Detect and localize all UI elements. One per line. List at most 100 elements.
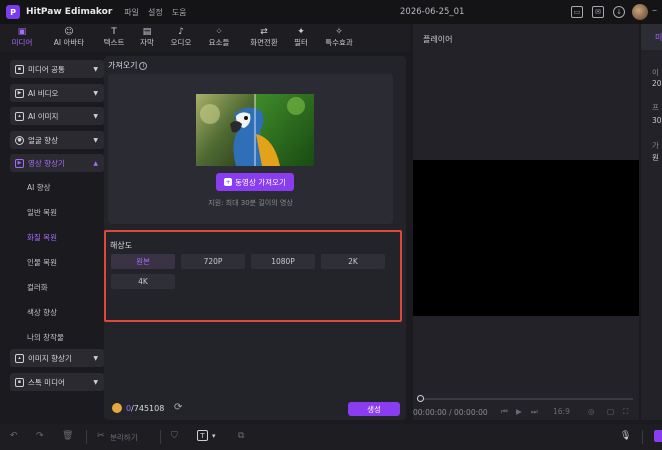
delete-icon[interactable]: 🗑	[62, 431, 73, 441]
chevron-down-icon: ▼	[93, 65, 98, 73]
timeline-toolbar: ↶ ↷ 🗑 ✂ 분리하기 ⛉ ▾ ⧉ 🎙	[0, 424, 662, 450]
sidebar-item-stock-media[interactable]: ▪ 스톡 미디어 ▼	[10, 373, 104, 391]
ai-assist-icon[interactable]	[654, 430, 662, 442]
import-dropzone[interactable]: + 동영상 가져오기 지원: 최대 30분 길이의 영상	[108, 74, 393, 224]
aspect-ratio-select[interactable]: 16:9	[553, 407, 570, 416]
refresh-icon[interactable]: ⟳	[174, 402, 182, 413]
folder-icon: ▪	[15, 64, 24, 74]
property-value: 30	[652, 116, 662, 125]
import-section-title: 가져오기 i	[108, 60, 148, 71]
filter-icon: ✦	[297, 27, 305, 37]
menu-help[interactable]: 도움	[172, 7, 187, 18]
menu-bar: 파일 설정 도움	[124, 7, 195, 18]
snapshot-icon[interactable]: ◎	[588, 407, 595, 416]
undo-icon[interactable]: ↶	[10, 431, 18, 441]
left-sidebar: ▪ 미디어 공통 ▼ ▶ AI 비디오 ▼ ▴ AI 이미지 ▼ ● 얼굴 향상…	[6, 56, 104, 420]
play-icon[interactable]: ▶	[516, 407, 522, 416]
fit-icon[interactable]: ▢	[607, 407, 614, 416]
app-logo: P	[6, 5, 20, 19]
coin-icon	[112, 403, 122, 413]
resolution-4k-button[interactable]: 4K	[111, 274, 175, 289]
sub-item-color-enhance[interactable]: 색상 향상	[27, 307, 57, 318]
generate-bar: 0/745108 ⟳ 생성	[104, 398, 406, 418]
info-icon[interactable]: i	[139, 61, 148, 70]
transition-icon: ⇄	[260, 27, 268, 37]
generate-button[interactable]: 생성	[348, 402, 400, 416]
split-icon[interactable]: ✂	[97, 431, 105, 441]
next-frame-icon[interactable]: ⏭	[531, 407, 538, 417]
download-icon[interactable]: ↓	[613, 6, 625, 18]
minimize-icon[interactable]: –	[652, 5, 657, 16]
property-value: 원	[652, 153, 659, 162]
toolbar-divider	[86, 430, 87, 444]
chevron-down-icon[interactable]: ▾	[212, 432, 216, 440]
export-frame-icon[interactable]: ⧉	[238, 431, 244, 441]
sidebar-item-media-common[interactable]: ▪ 미디어 공통 ▼	[10, 60, 104, 78]
tab-elements[interactable]: ⁘ 요소들	[203, 26, 235, 50]
timecode: 00:00:00 / 00:00:00	[413, 408, 488, 417]
chevron-down-icon: ▼	[93, 112, 98, 120]
video-preview-screen[interactable]	[413, 160, 639, 316]
menu-settings[interactable]: 설정	[148, 7, 163, 18]
tab-subtitle[interactable]: ▤ 자막	[131, 26, 163, 50]
sidebar-item-face-enhance[interactable]: ● 얼굴 향상 ▼	[10, 131, 104, 149]
resolution-section: 해상도 원본 720P 1080P 2K 4K	[104, 230, 402, 322]
credit-counter: 0/745108	[126, 404, 165, 413]
resolution-720p-button[interactable]: 720P	[181, 254, 245, 269]
redo-icon[interactable]: ↷	[36, 431, 44, 441]
tab-filter[interactable]: ✦ 필터	[285, 26, 317, 50]
sidebar-item-ai-image[interactable]: ▴ AI 이미지 ▼	[10, 107, 104, 125]
app-title: HitPaw Edimakor	[26, 7, 113, 17]
playback-progress-track[interactable]	[419, 398, 633, 400]
menu-file[interactable]: 파일	[124, 7, 139, 18]
import-video-button[interactable]: + 동영상 가져오기	[216, 173, 294, 191]
chevron-down-icon: ▼	[93, 136, 98, 144]
properties-tab[interactable]: 미	[641, 24, 662, 50]
tab-effects[interactable]: ✧ 특수효과	[318, 26, 360, 50]
tab-audio[interactable]: ♪ 오디오	[165, 26, 197, 50]
audio-icon: ♪	[178, 27, 184, 37]
tab-text[interactable]: T 텍스트	[98, 26, 130, 50]
ai-image-icon: ▴	[15, 111, 24, 121]
tab-transition[interactable]: ⇄ 화면전환	[244, 26, 284, 50]
sidebar-item-image-enhancer[interactable]: ▴ 이미지 향상기 ▼	[10, 349, 104, 367]
resolution-1080p-button[interactable]: 1080P	[251, 254, 315, 269]
text-tool-icon[interactable]: T	[197, 430, 208, 441]
plus-icon: +	[224, 178, 233, 186]
sub-item-general-restore[interactable]: 일반 복원	[27, 207, 57, 218]
sub-item-ai-enhance[interactable]: AI 향상	[27, 182, 51, 193]
property-value: 20	[652, 79, 662, 88]
sub-item-colorize[interactable]: 컬러화	[27, 282, 48, 293]
playhead-handle[interactable]	[417, 395, 424, 402]
video-enhance-icon: ▶	[15, 158, 24, 168]
sub-item-quality-restore[interactable]: 화질 복원	[27, 232, 57, 243]
sidebar-item-ai-video[interactable]: ▶ AI 비디오 ▼	[10, 84, 104, 102]
tab-ai-avatar[interactable]: ☺ AI 아바타	[46, 26, 92, 50]
resolution-2k-button[interactable]: 2K	[321, 254, 385, 269]
chevron-down-icon: ▼	[93, 354, 98, 362]
tab-media[interactable]: ▣ 미디어	[6, 26, 38, 50]
property-label: 가	[652, 141, 659, 150]
fullscreen-icon[interactable]: ⛶	[623, 407, 628, 417]
user-avatar[interactable]	[632, 4, 648, 20]
subtitle-icon: ▤	[142, 27, 152, 37]
chevron-up-icon: ▲	[93, 159, 98, 167]
player-title: 플레이어	[423, 35, 453, 44]
media-tab-bar: ▣ 미디어 ☺ AI 아바타 T 텍스트 ▤ 자막 ♪ 오디오 ⁘ 요소들 ⇄ …	[0, 24, 410, 52]
resolution-original-button[interactable]: 원본	[111, 254, 175, 269]
player-panel: 플레이어 00:00:00 / 00:00:00 ⏮ ▶ ⏭ 16:9 ◎ ▢ …	[413, 24, 639, 420]
split-label[interactable]: 분리하기	[110, 432, 138, 443]
resolution-label: 해상도	[110, 241, 133, 250]
duration-limit-note: 지원: 최대 30분 길이의 영상	[208, 199, 293, 207]
layout-icon[interactable]: ▭	[571, 6, 583, 18]
shield-icon[interactable]: ⛉	[171, 431, 178, 441]
image-enhance-icon: ▴	[15, 353, 24, 363]
sub-item-my-creations[interactable]: 나의 창작물	[27, 332, 64, 343]
feedback-icon[interactable]: ✉	[592, 6, 604, 18]
prev-frame-icon[interactable]: ⏮	[501, 407, 508, 417]
microphone-icon[interactable]: 🎙	[620, 431, 631, 441]
sub-item-portrait-restore[interactable]: 인물 복원	[27, 257, 57, 268]
properties-panel: 미 이 20 프 30 가 원	[641, 24, 662, 420]
text-icon: T	[111, 27, 117, 37]
sidebar-item-video-enhancer[interactable]: ▶ 영상 향상기 ▲	[10, 154, 104, 172]
